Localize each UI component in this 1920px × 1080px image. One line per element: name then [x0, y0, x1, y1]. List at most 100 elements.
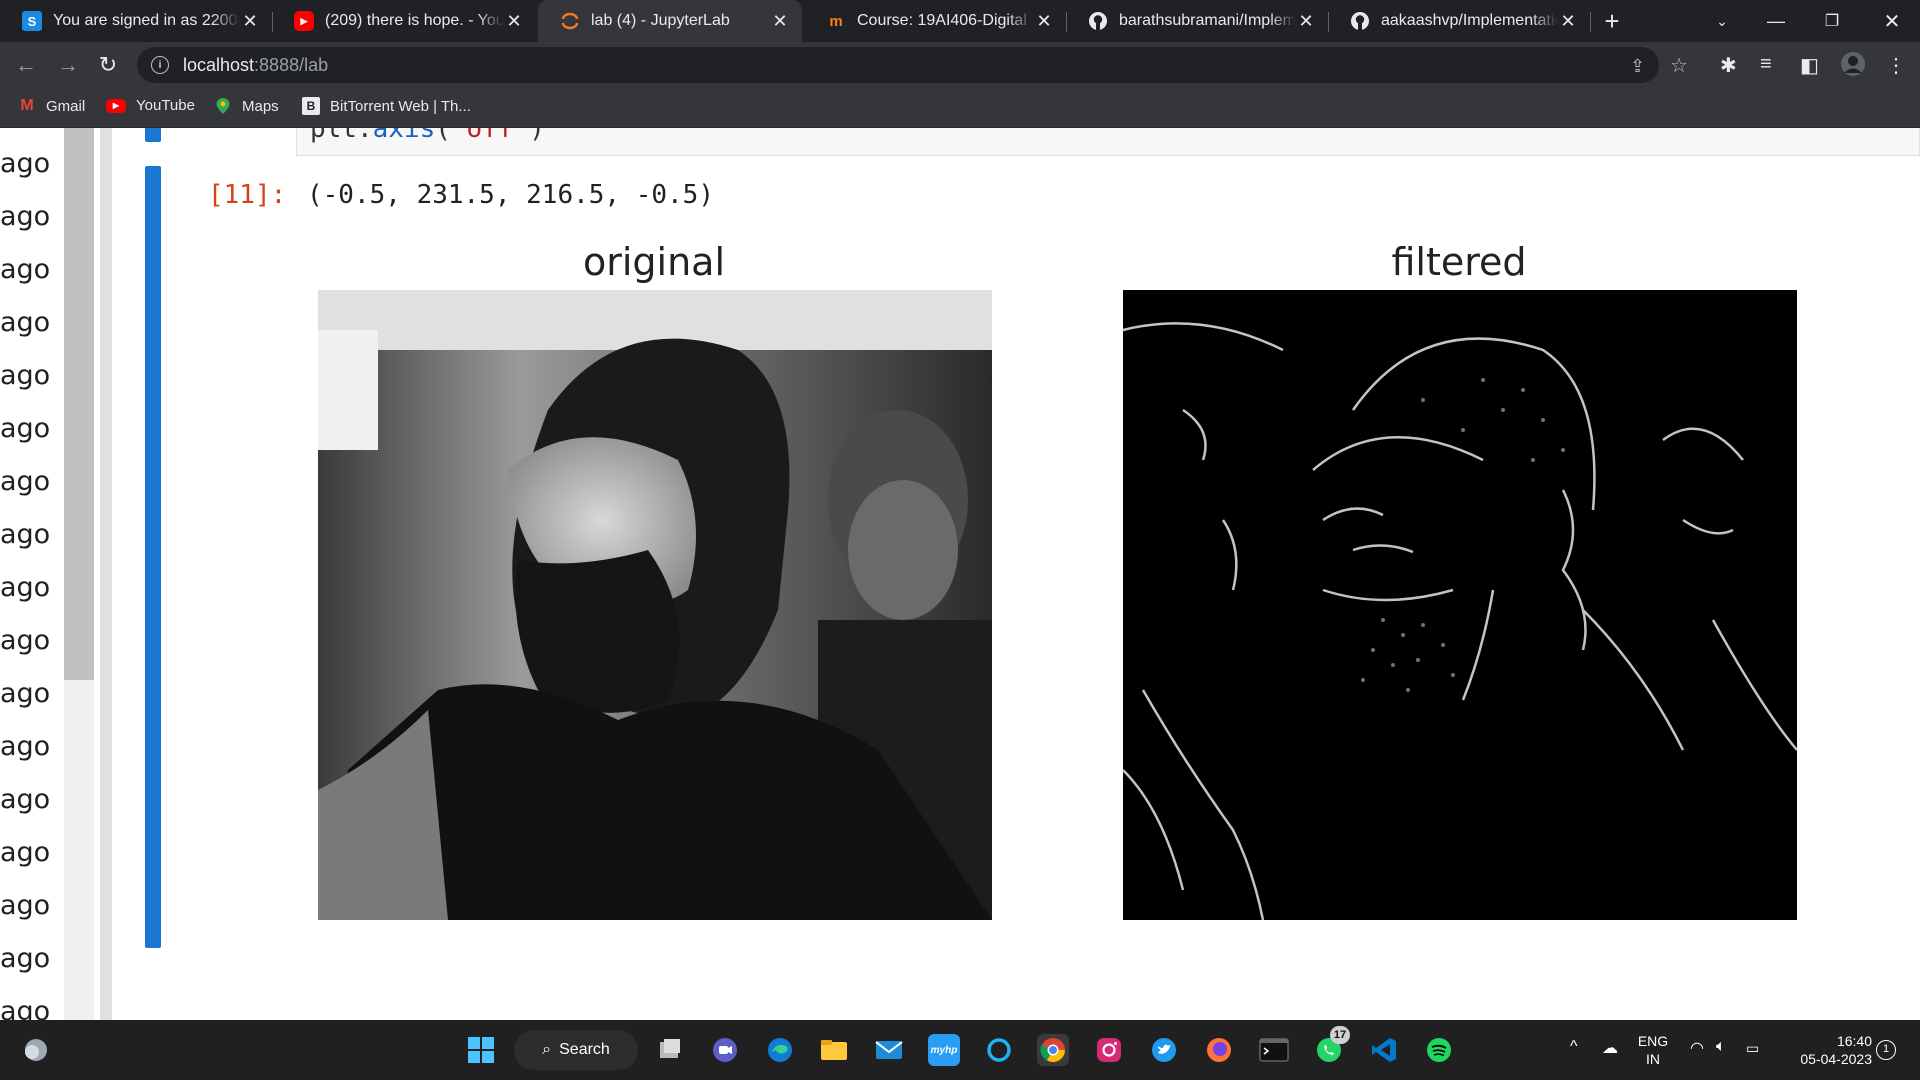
address-bar[interactable]: i localhost:8888/lab — [137, 47, 1659, 83]
side-panel-icon[interactable]: ◧ — [1800, 53, 1819, 78]
moodle-icon: m — [829, 12, 843, 30]
myhp-icon[interactable]: myhp — [928, 1034, 960, 1066]
browser-tab-active[interactable]: lab (4) - JupyterLab ✕ — [538, 0, 802, 42]
tab-title: You are signed in as 22008 — [53, 12, 240, 29]
terminal-icon[interactable] — [1258, 1034, 1290, 1066]
language-line1: ENG — [1637, 1033, 1669, 1049]
bookmark-gmail[interactable]: M Gmail — [18, 97, 85, 115]
cortana-icon[interactable] — [983, 1034, 1015, 1066]
bookmark-bittorrent[interactable]: B BitTorrent Web | Th... — [302, 97, 471, 115]
bittorrent-icon: B — [302, 97, 320, 115]
chrome-menu-icon[interactable]: ⋮ — [1886, 53, 1906, 78]
forward-button[interactable]: → — [52, 49, 84, 81]
teams-icon[interactable] — [709, 1034, 741, 1066]
bookmarks-bar: M Gmail ▶ YouTube Maps B BitTorrent Web … — [0, 88, 1920, 128]
close-icon[interactable]: ✕ — [1558, 11, 1578, 32]
vscode-icon[interactable] — [1368, 1034, 1400, 1066]
start-icon[interactable] — [465, 1034, 497, 1066]
twitter-icon[interactable] — [1148, 1034, 1180, 1066]
figure-title-filtered: filtered — [1391, 240, 1527, 284]
tab-title: lab (4) - JupyterLab — [591, 12, 730, 29]
file-explorer-icon[interactable] — [818, 1034, 850, 1066]
browser-tab[interactable]: m Course: 19AI406-Digital Ima ✕ — [804, 0, 1066, 42]
clock-time: 16:40 — [1836, 1033, 1872, 1049]
site-info-icon[interactable]: i — [151, 56, 169, 74]
instagram-icon[interactable] — [1093, 1034, 1125, 1066]
close-icon[interactable]: ✕ — [770, 11, 790, 32]
maps-icon — [214, 97, 232, 115]
youtube-icon: ▶ — [106, 98, 126, 113]
back-button[interactable]: ← — [10, 49, 42, 81]
file-modified-label: ago — [0, 731, 51, 762]
figure-title-original: original — [582, 240, 726, 284]
file-modified-label: ago — [0, 254, 51, 285]
close-icon[interactable]: ✕ — [240, 11, 260, 32]
close-icon[interactable]: ✕ — [1034, 11, 1054, 32]
code-token: plt. — [310, 128, 373, 144]
restore-button[interactable]: ❐ — [1804, 0, 1860, 42]
browser-toolbar: ← → ↻ i localhost:8888/lab ⇪ ☆ ✱ ≡ ◧ ⋮ — [0, 42, 1920, 88]
bookmark-star-icon[interactable]: ☆ — [1670, 53, 1688, 78]
close-window-button[interactable]: ✕ — [1864, 0, 1920, 42]
file-modified-label: ago — [0, 890, 51, 921]
panel-divider[interactable] — [100, 128, 112, 1020]
show-hidden-icons-chevron-icon[interactable]: ^ — [1570, 1038, 1578, 1056]
bookmark-maps[interactable]: Maps — [214, 97, 279, 115]
bookmark-label: YouTube — [136, 97, 195, 114]
file-modified-label: ago — [0, 784, 51, 815]
volume-icon[interactable]: 🔈︎ — [1716, 1038, 1726, 1056]
tab-title: Course: 19AI406-Digital Ima — [857, 12, 1034, 29]
bookmark-youtube[interactable]: ▶ YouTube — [106, 97, 195, 114]
language-indicator[interactable]: ENG IN — [1636, 1032, 1670, 1068]
battery-icon[interactable]: ▭ — [1746, 1040, 1759, 1057]
extensions-icon[interactable]: ✱ — [1720, 53, 1737, 78]
search-label: Search — [559, 1041, 610, 1058]
notification-count-badge[interactable]: 1 — [1876, 1040, 1896, 1060]
browser-tab[interactable]: ▶ (209) there is hope. - YouTu ✕ — [272, 0, 536, 42]
firefox-icon[interactable] — [1203, 1034, 1235, 1066]
wifi-icon[interactable]: ◠ — [1690, 1038, 1704, 1058]
media-control-icon[interactable]: ≡ — [1760, 53, 1772, 76]
avatar[interactable] — [1840, 51, 1866, 83]
mail-icon[interactable] — [873, 1034, 905, 1066]
browser-tab[interactable]: S You are signed in as 22008 ✕ — [0, 0, 272, 42]
code-token: ( — [435, 128, 451, 144]
spotify-icon[interactable] — [1423, 1034, 1455, 1066]
input-collapser[interactable] — [145, 128, 161, 142]
original-image — [318, 290, 992, 920]
chrome-icon[interactable] — [1037, 1034, 1069, 1066]
taskview-icon[interactable] — [654, 1034, 686, 1066]
windows-taskbar: ⌕ Search myhp 17 ^ ☁ ENG IN ◠ 🔈︎ ▭ 16:40… — [0, 1020, 1920, 1080]
file-modified-label: ago — [0, 943, 51, 974]
share-icon[interactable]: ⇪ — [1630, 56, 1645, 77]
bookmark-label: Gmail — [46, 97, 86, 115]
file-browser-panel: ago ago ago ago ago ago ago ago ago ago ago ago ago a… — [0, 128, 64, 1020]
edge-icon[interactable] — [764, 1034, 796, 1066]
bookmark-label: BitTorrent Web | Th... — [330, 97, 471, 115]
search-icon: ⌕ — [542, 1041, 552, 1058]
code-token: ) — [529, 128, 545, 144]
close-icon[interactable]: ✕ — [504, 11, 524, 32]
file-modified-label: ago — [0, 307, 51, 338]
reload-button[interactable]: ↻ — [92, 49, 124, 81]
s-logo-icon: S — [22, 11, 42, 31]
youtube-icon: ▶ — [294, 11, 314, 31]
file-modified-label: ago — [0, 148, 51, 179]
browser-tab[interactable]: barathsubramani/Implemen ✕ — [1066, 0, 1328, 42]
browser-tab[interactable]: aakaashvp/Implementation ✕ — [1328, 0, 1590, 42]
onedrive-icon[interactable]: ☁ — [1602, 1038, 1618, 1058]
output-collapser[interactable] — [145, 166, 161, 948]
url-host: localhost — [183, 54, 255, 75]
file-browser-scrollbar-thumb[interactable] — [64, 128, 94, 680]
url-path: :8888/lab — [254, 54, 329, 75]
tab-search-chevron-icon[interactable]: ⌄ — [1694, 0, 1750, 42]
new-tab-button[interactable]: + — [1584, 0, 1640, 42]
filtered-image — [1123, 290, 1797, 920]
weather-widget-icon[interactable] — [20, 1034, 52, 1066]
taskbar-search-button[interactable]: ⌕ Search — [514, 1030, 638, 1070]
clock[interactable]: 16:40 05-04-2023 — [1780, 1032, 1872, 1068]
code-line: plt.axis('off') — [310, 128, 545, 144]
code-token-string: 'off' — [450, 128, 530, 144]
close-icon[interactable]: ✕ — [1296, 11, 1316, 32]
minimize-button[interactable]: — — [1748, 0, 1804, 42]
